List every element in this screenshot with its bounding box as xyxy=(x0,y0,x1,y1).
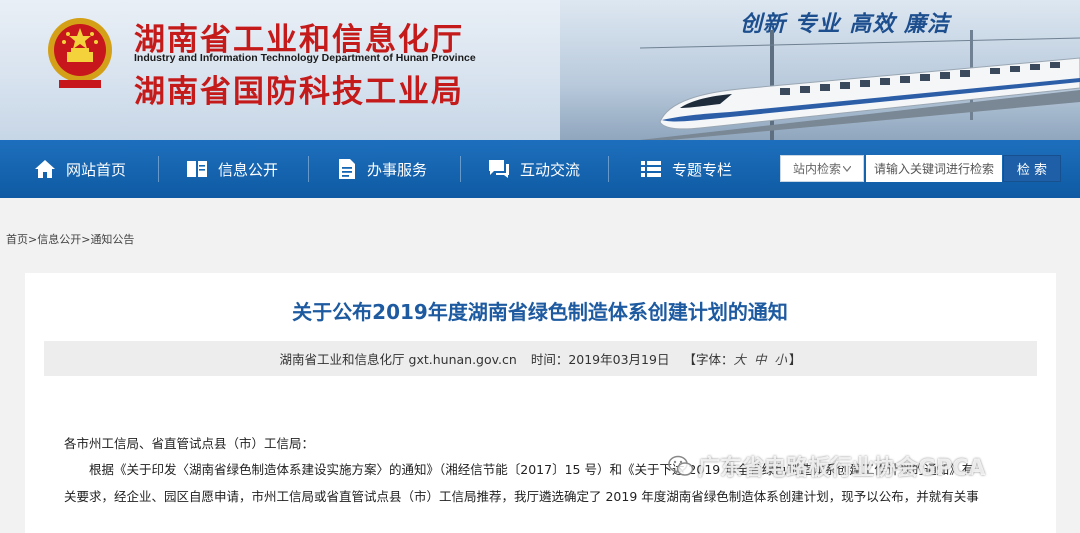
nav-item-label: 网站首页 xyxy=(66,160,127,179)
breadcrumb: 首页>信息公开>通知公告 xyxy=(6,233,135,246)
nav-divider xyxy=(608,156,609,182)
breadcrumb-notices[interactable]: 通知公告 xyxy=(90,233,134,246)
nav-divider xyxy=(460,156,461,182)
nav-item-info[interactable]: 信息公开 xyxy=(186,140,278,198)
nav-item-interaction[interactable]: 互动交流 xyxy=(488,140,580,198)
font-size-label: 【字体： xyxy=(683,352,734,367)
national-emblem-icon xyxy=(48,18,112,88)
search-input[interactable] xyxy=(866,155,1002,182)
watermark: 广东省电路板行业协会GPCA xyxy=(668,450,985,482)
article-meta: 湖南省工业和信息化厅 gxt.hunan.gov.cn 时间：2019年03月1… xyxy=(44,341,1037,376)
chat-icon xyxy=(489,160,509,178)
nav-item-label: 办事服务 xyxy=(367,160,428,179)
wechat-icon xyxy=(668,455,694,476)
nav-item-topics[interactable]: 专题专栏 xyxy=(640,140,732,198)
breadcrumb-home[interactable]: 首页 xyxy=(6,233,28,246)
chevron-down-icon xyxy=(843,165,852,172)
search-scope-label: 站内检索 xyxy=(793,162,842,176)
font-size-controls[interactable]: 大 中 小 xyxy=(733,349,788,368)
list-icon xyxy=(641,161,661,177)
nav-item-home[interactable]: 网站首页 xyxy=(34,140,126,198)
nav-item-label: 互动交流 xyxy=(520,160,581,179)
nav-item-services[interactable]: 办事服务 xyxy=(337,140,427,198)
breadcrumb-info[interactable]: 信息公开 xyxy=(37,233,81,246)
nav-divider xyxy=(308,156,309,182)
site-subtitle: 湖南省国防科技工业局 xyxy=(134,74,464,110)
search-button[interactable]: 检 索 xyxy=(1003,155,1061,182)
header-banner: 湖南省工业和信息化厅 Industry and Information Tech… xyxy=(0,0,1080,140)
font-size-close: 】 xyxy=(788,352,802,367)
article-time: 时间：2019年03月19日 xyxy=(530,352,670,367)
nav-item-label: 信息公开 xyxy=(218,160,279,179)
train-image xyxy=(640,30,1080,140)
book-icon xyxy=(187,161,207,177)
document-icon xyxy=(339,159,355,179)
article-title: 关于公布2019年度湖南省绿色制造体系创建计划的通知 xyxy=(292,300,788,324)
home-icon xyxy=(35,160,55,178)
watermark-text: 广东省电路板行业协会GPCA xyxy=(698,456,986,481)
search-scope-select[interactable]: 站内检索 xyxy=(780,155,864,182)
article-paragraph: 关要求，经企业、园区自愿申请，市州工信局或省直管试点县（市）工信局推荐，我厅遴选… xyxy=(64,489,979,504)
nav-divider xyxy=(158,156,159,182)
site-title-english: Industry and Information Technology Depa… xyxy=(134,52,476,64)
article-salutation: 各市州工信局、省直管试点县（市）工信局： xyxy=(64,436,315,451)
article-source: 湖南省工业和信息化厅 gxt.hunan.gov.cn xyxy=(279,352,517,367)
nav-item-label: 专题专栏 xyxy=(672,160,733,179)
